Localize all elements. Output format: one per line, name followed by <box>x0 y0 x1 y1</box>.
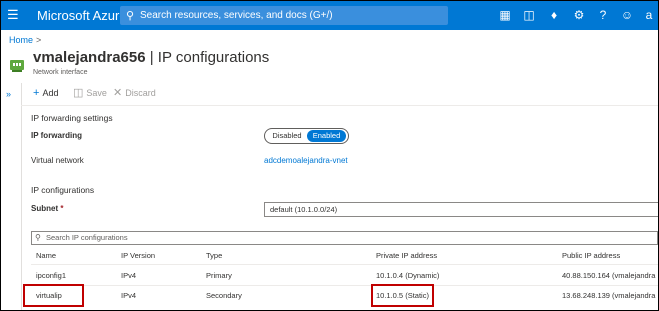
page-title: vmalejandra656 | IP configurations <box>33 49 269 66</box>
cell-public-ip: 40.88.150.164 (vmalejandra <box>562 271 656 280</box>
subnet-select[interactable]: default (10.1.0.0/24) <box>264 202 658 217</box>
global-search-input[interactable]: ⚲ Search resources, services, and docs (… <box>120 6 448 25</box>
discard-label: Discard <box>125 88 156 98</box>
resource-menu-rail: » <box>1 83 22 310</box>
network-interface-icon <box>10 60 24 72</box>
save-button[interactable]: ◫ Save <box>73 88 107 99</box>
azure-portal-window: ☰ Microsoft Azure ⚲ Search resources, se… <box>0 0 659 311</box>
required-marker: * <box>60 204 64 213</box>
page-title-suffix: | IP configurations <box>145 49 270 66</box>
hamburger-menu-icon[interactable]: ☰ <box>7 8 21 22</box>
brand-title[interactable]: Microsoft Azure <box>37 8 127 23</box>
add-button[interactable]: + Add <box>33 88 58 99</box>
row-divider <box>31 285 658 286</box>
subnet-label: Subnet * <box>31 204 63 213</box>
column-header-name[interactable]: Name <box>36 251 56 260</box>
toolbar-divider <box>21 105 658 106</box>
breadcrumb-home-link[interactable]: Home <box>9 35 33 45</box>
highlight-box-private-ip <box>371 284 434 307</box>
save-label: Save <box>86 88 107 98</box>
cell-type: Secondary <box>206 291 242 300</box>
cell-public-ip: 13.68.248.139 (vmalejandra <box>562 291 656 300</box>
subnet-selected-value: default (10.1.0.0/24) <box>270 205 338 214</box>
breadcrumb: Home > <box>9 35 41 45</box>
directory-filter-icon[interactable]: ◫ <box>521 7 537 23</box>
breadcrumb-separator: > <box>36 35 42 45</box>
account-avatar[interactable]: a <box>643 7 655 23</box>
subnet-label-text: Subnet <box>31 204 59 213</box>
top-bar: ☰ Microsoft Azure ⚲ Search resources, se… <box>1 1 658 30</box>
cell-type: Primary <box>206 271 232 280</box>
discard-icon: ✕ <box>113 87 123 99</box>
virtual-network-link[interactable]: adcdemoalejandra-vnet <box>264 156 348 165</box>
settings-icon[interactable]: ⚙ <box>571 7 587 23</box>
search-icon: ⚲ <box>126 10 135 22</box>
highlight-box-name <box>23 284 84 307</box>
toggle-option-disabled[interactable]: Disabled <box>268 130 306 142</box>
column-header-ip-version[interactable]: IP Version <box>121 251 155 260</box>
cell-ip-version: IPv4 <box>121 271 137 280</box>
toggle-option-enabled[interactable]: Enabled <box>307 130 346 142</box>
cell-ip-version: IPv4 <box>121 291 137 300</box>
column-header-private-ip[interactable]: Private IP address <box>376 251 437 260</box>
help-icon[interactable]: ? <box>595 7 611 23</box>
virtual-network-label: Virtual network <box>31 156 84 165</box>
ip-configurations-filter-input[interactable]: ⚲ Search IP configurations <box>31 231 658 245</box>
filter-placeholder: Search IP configurations <box>46 233 128 242</box>
column-header-public-ip[interactable]: Public IP address <box>562 251 620 260</box>
cell-name: ipconfig1 <box>36 271 67 280</box>
cloud-shell-icon[interactable]: ▦ <box>497 7 513 23</box>
add-icon: + <box>33 87 40 99</box>
page-subtitle: Network interface <box>33 69 88 76</box>
discard-button[interactable]: ✕ Discard <box>113 88 156 99</box>
search-placeholder: Search resources, services, and docs (G+… <box>140 10 333 21</box>
ip-configurations-section-title: IP configurations <box>31 185 95 195</box>
feedback-icon[interactable]: ☺ <box>619 7 635 23</box>
save-icon: ◫ <box>73 87 84 99</box>
ip-forwarding-toggle[interactable]: Disabled Enabled <box>264 128 349 144</box>
table-header-divider <box>31 264 658 265</box>
ip-forwarding-section-title: IP forwarding settings <box>31 113 113 123</box>
expand-menu-icon[interactable]: » <box>6 89 11 99</box>
resource-name: vmalejandra656 <box>33 49 146 66</box>
filter-search-icon: ⚲ <box>35 233 41 242</box>
add-label: Add <box>42 88 59 98</box>
notifications-icon[interactable]: ♦ <box>546 7 562 23</box>
ip-forwarding-label: IP forwarding <box>31 131 82 140</box>
column-header-type[interactable]: Type <box>206 251 222 260</box>
command-bar: + Add ◫ Save ✕ Discard <box>21 83 658 105</box>
cell-private-ip: 10.1.0.4 (Dynamic) <box>376 271 440 280</box>
